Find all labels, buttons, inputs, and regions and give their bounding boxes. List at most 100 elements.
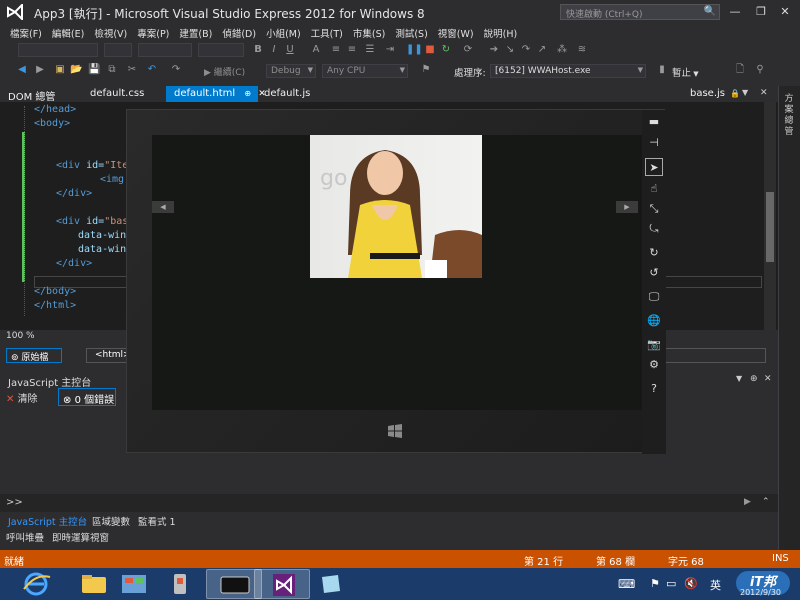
show-next-statement-icon[interactable]: ➔: [488, 44, 500, 56]
menu-test[interactable]: 測試(S): [391, 24, 433, 40]
internet-explorer-icon[interactable]: [8, 569, 64, 599]
mouse-mode-icon[interactable]: ➤: [645, 158, 663, 176]
pin-icon[interactable]: ⊕: [750, 374, 758, 384]
new-project-icon[interactable]: ▣: [54, 64, 66, 76]
pin-icon[interactable]: ⊕: [244, 89, 251, 98]
close-icon[interactable]: ✕: [760, 88, 768, 98]
clear-button[interactable]: ✕ 清除: [6, 390, 38, 405]
page-icon[interactable]: 🗋: [734, 64, 746, 76]
list-icon[interactable]: ☰: [364, 44, 376, 56]
settings-icon[interactable]: ⚑: [420, 64, 432, 76]
save-all-icon[interactable]: ⧉: [106, 64, 118, 76]
solution-explorer-strip[interactable]: 方案總管: [778, 86, 800, 550]
menu-edit[interactable]: 編輯(E): [48, 24, 90, 40]
keyboard-icon[interactable]: ⌨: [618, 577, 635, 591]
zoom-level[interactable]: 100 %: [6, 331, 35, 341]
windows-logo-icon[interactable]: [387, 423, 403, 439]
location-icon[interactable]: 🌐: [645, 312, 663, 330]
lifecycle-icon[interactable]: ▮: [656, 64, 668, 76]
tab-default-js[interactable]: default.js: [256, 86, 316, 102]
device-icon[interactable]: [152, 569, 208, 599]
indent-icon[interactable]: ⇥: [384, 44, 396, 56]
refresh-app-icon[interactable]: ⟳: [462, 44, 474, 56]
italic-icon[interactable]: I: [268, 44, 280, 56]
expand-icon[interactable]: ⌃: [762, 497, 770, 507]
cut-icon[interactable]: ✂: [126, 64, 138, 76]
undo-icon[interactable]: ↶: [146, 64, 158, 76]
always-on-top-icon[interactable]: ⊣: [645, 134, 663, 152]
align-right-icon[interactable]: ≡: [346, 44, 358, 56]
run-icon[interactable]: ▶: [744, 497, 751, 507]
rotate-clockwise-icon[interactable]: ↻: [645, 244, 663, 262]
clock-date[interactable]: 2012/9/30: [740, 588, 781, 597]
errors-filter-button[interactable]: ⊗ 0 個錯誤: [58, 388, 116, 406]
tab-default-css[interactable]: default.css: [82, 86, 150, 102]
menu-debug[interactable]: 偵錯(D): [218, 24, 262, 40]
back-icon[interactable]: ◀: [16, 64, 28, 76]
simulator-screen[interactable]: go ◀ ▶: [152, 135, 642, 410]
underline-icon[interactable]: U: [284, 44, 296, 56]
pane-menu-icon[interactable]: ▼: [736, 374, 742, 383]
hex-display-icon[interactable]: ⁂: [556, 44, 568, 56]
help-icon[interactable]: ?: [645, 380, 663, 398]
pin-tool-icon[interactable]: ⚲: [754, 64, 766, 76]
editor-vertical-scrollbar[interactable]: [764, 102, 776, 330]
tab-default-html[interactable]: default.html ⊕ ✕: [166, 86, 266, 102]
close-icon[interactable]: ✕: [764, 374, 772, 384]
resolution-icon[interactable]: 🖵: [645, 288, 663, 306]
menu-file[interactable]: 檔案(F): [6, 24, 48, 40]
tab-base-js[interactable]: base.js 🔒: [682, 86, 746, 102]
forward-icon[interactable]: ▶: [34, 64, 46, 76]
rotation-touch-icon[interactable]: ⤿: [645, 220, 663, 238]
pinch-zoom-icon[interactable]: ⤡: [645, 200, 663, 218]
tab-js-console[interactable]: JavaScript 主控台: [8, 514, 87, 528]
tab-watch-1[interactable]: 監看式 1: [138, 514, 176, 528]
step-out-icon[interactable]: ↗: [536, 44, 548, 56]
menu-tools[interactable]: 工具(T): [307, 24, 349, 40]
tab-call-stack[interactable]: 呼叫堆疊: [6, 530, 44, 544]
network-icon[interactable]: ▭: [666, 577, 676, 590]
flag-icon[interactable]: ⚑: [650, 577, 660, 590]
font-size-combo[interactable]: [104, 43, 132, 57]
block-format-combo[interactable]: [138, 43, 192, 57]
tab-overflow-icon[interactable]: ▼: [742, 88, 748, 97]
restart-icon[interactable]: ↻: [440, 44, 452, 56]
camera-icon[interactable]: 📷: [645, 336, 663, 354]
touch-mode-icon[interactable]: ☝: [645, 180, 663, 198]
menu-window[interactable]: 視窗(W): [434, 24, 480, 40]
menu-build[interactable]: 建置(B): [175, 24, 218, 40]
stop-icon[interactable]: ■: [424, 44, 436, 56]
platform-combo[interactable]: Any CPU ▼: [322, 64, 408, 78]
tab-dom-explorer[interactable]: DOM 總管: [0, 86, 61, 103]
ime-indicator[interactable]: 英: [710, 577, 721, 593]
menu-view[interactable]: 檢視(V): [90, 24, 133, 40]
save-icon[interactable]: 💾: [88, 64, 100, 76]
notepad-icon[interactable]: [302, 569, 358, 599]
redo-icon[interactable]: ↷: [170, 64, 182, 76]
process-combo[interactable]: [6152] WWAHost.exe ▼: [490, 64, 646, 78]
close-button[interactable]: ✕: [774, 3, 796, 21]
font-color-icon[interactable]: A: [310, 44, 322, 56]
flip-previous-button[interactable]: ◀: [152, 201, 174, 213]
suspend-button[interactable]: 暫止 ▼: [672, 65, 699, 79]
pause-icon[interactable]: ❚❚: [406, 44, 423, 56]
font-name-combo[interactable]: [18, 43, 98, 57]
menu-team[interactable]: 小組(M): [262, 24, 307, 40]
flip-next-button[interactable]: ▶: [616, 201, 638, 213]
menu-project[interactable]: 專案(P): [133, 24, 175, 40]
step-into-icon[interactable]: ↘: [504, 44, 516, 56]
menu-store[interactable]: 市集(S): [349, 24, 391, 40]
minimize-icon[interactable]: ▬: [645, 113, 663, 131]
gear-icon[interactable]: ⚙: [645, 356, 663, 374]
scrollbar-thumb[interactable]: [766, 192, 774, 262]
js-console-input[interactable]: >> ▶ ⌃: [0, 494, 778, 512]
config-combo[interactable]: Debug ▼: [266, 64, 316, 78]
restore-button[interactable]: ❐: [750, 3, 772, 21]
minimize-button[interactable]: —: [724, 3, 746, 21]
volume-muted-icon[interactable]: 🔇: [684, 577, 698, 590]
source-view-button[interactable]: ⊚ 原始檔: [6, 348, 62, 363]
tab-locals[interactable]: 區域變數: [92, 514, 130, 528]
step-over-icon[interactable]: ↷: [520, 44, 532, 56]
continue-button[interactable]: ▶ 繼續(C): [204, 65, 245, 78]
align-left-icon[interactable]: ≡: [330, 44, 342, 56]
